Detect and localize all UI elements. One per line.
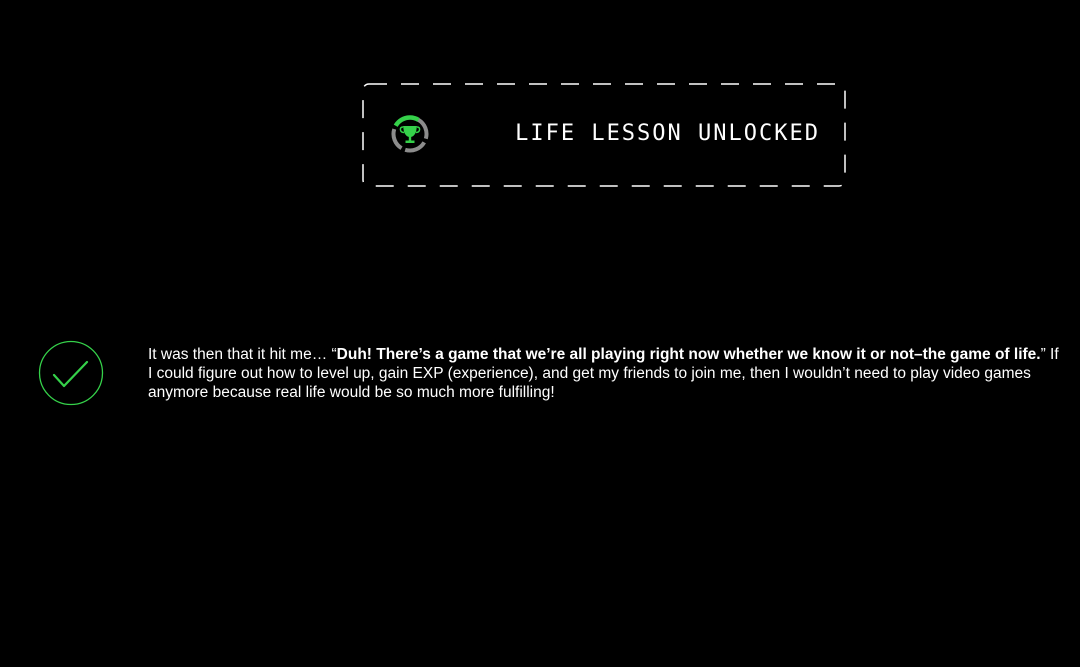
banner-title: LIFE LESSON UNLOCKED [515, 121, 820, 146]
achievement-banner: LIFE LESSON UNLOCKED [362, 83, 846, 187]
lesson-text-bold: Duh! There’s a game that we’re all playi… [336, 346, 1041, 363]
lesson-text: It was then that it hit me… “Duh! There’… [148, 345, 1060, 402]
trophy-icon [391, 115, 429, 153]
lesson-text-intro: It was then that it hit me… “ [148, 346, 337, 363]
checkmark-icon [38, 340, 104, 406]
